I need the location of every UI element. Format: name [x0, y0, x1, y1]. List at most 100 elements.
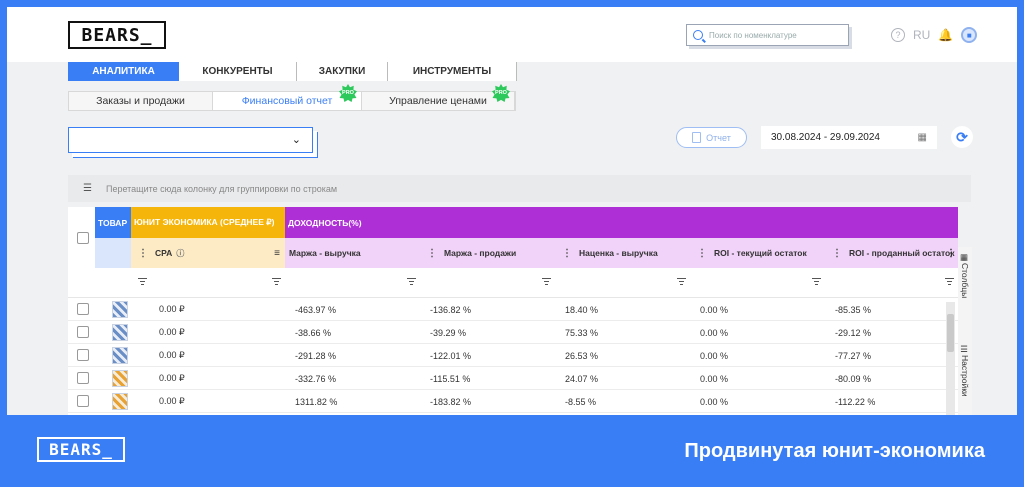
- column-header-cpa[interactable]: ⋮ CPA ⓘ ≡: [131, 238, 285, 268]
- date-range-picker[interactable]: 30.08.2024 - 29.09.2024 ▦: [761, 126, 937, 149]
- columns-panel-toggle[interactable]: ▦ Столбцы: [958, 253, 972, 313]
- grid-side-panel: ▦ Столбцы ☰ Настройки: [958, 247, 972, 415]
- subtab-financial-report[interactable]: Финансовый отчет PRO: [213, 84, 362, 110]
- calendar-icon[interactable]: ▦: [918, 132, 927, 143]
- filter-icon[interactable]: [542, 278, 551, 285]
- data-grid: ТОВАР ЮНИТ ЭКОНОМИКА (СРЕДНЕЕ ₽) ДОХОДНО…: [68, 207, 958, 415]
- subtab-price-management[interactable]: Управление ценами PRO: [362, 84, 515, 110]
- row-checkbox[interactable]: [77, 372, 89, 384]
- search-input[interactable]: Поиск по номенклатуре: [686, 24, 849, 46]
- table-row[interactable]: 0.00 ₽ -463.97 % -136.82 % 18.40 % 0.00 …: [68, 298, 958, 321]
- cell-cpa: 0.00 ₽: [159, 396, 185, 406]
- cell-margin-revenue: 1311.82 %: [295, 396, 338, 407]
- table-row[interactable]: 0.00 ₽ 1311.82 % -183.82 % -8.55 % 0.00 …: [68, 390, 958, 413]
- row-checkbox[interactable]: [77, 349, 89, 361]
- subtab-label: Финансовый отчет: [241, 95, 333, 107]
- column-header-roi-sold[interactable]: ⋮ ROI - проданный остаток ⋮: [825, 238, 958, 268]
- cell-roi-current: 0.00 %: [700, 396, 729, 407]
- info-icon[interactable]: ⓘ: [176, 248, 184, 259]
- tab-analytics[interactable]: АНАЛИТИКА: [68, 62, 179, 81]
- column-menu-icon[interactable]: ⋮: [697, 248, 707, 259]
- group-by-dropzone[interactable]: ☰ Перетащите сюда колонку для группировк…: [68, 175, 971, 202]
- report-button[interactable]: Отчет: [676, 127, 747, 148]
- select-all-cell: [68, 207, 95, 244]
- table-row[interactable]: 0.00 ₽ -332.76 % -115.51 % 24.07 % 0.00 …: [68, 367, 958, 390]
- footer-logo: BEARS_: [37, 437, 125, 462]
- help-icon[interactable]: ?: [891, 28, 905, 42]
- settings-panel-toggle[interactable]: ☰ Настройки: [958, 345, 972, 415]
- cell-cpa: 0.00 ₽: [159, 373, 185, 383]
- filter-icon[interactable]: [272, 278, 281, 285]
- cell-roi-sold: -77.27 %: [835, 350, 872, 361]
- column-header-label: Маржа - продажи: [444, 248, 517, 258]
- subtab-orders-sales[interactable]: Заказы и продажи: [69, 92, 213, 110]
- column-menu-icon[interactable]: ⋮: [832, 248, 842, 259]
- product-thumbnail[interactable]: [112, 324, 128, 341]
- bell-icon[interactable]: 🔔: [938, 28, 953, 42]
- columns-label: Столбцы: [960, 263, 970, 299]
- group-header-product: ТОВАР: [95, 207, 131, 238]
- group-list-icon: ☰: [83, 183, 92, 194]
- cabinet-select[interactable]: ⌄: [68, 127, 313, 153]
- column-menu-icon[interactable]: ⋮: [427, 248, 437, 259]
- filter-icon[interactable]: [945, 278, 954, 285]
- footer-title: Продвинутая юнит-экономика: [684, 440, 985, 462]
- top-header: BEARS_ Поиск по номенклатуре ? RU 🔔 ■: [7, 7, 1017, 62]
- filter-icon[interactable]: [812, 278, 821, 285]
- filter-icon[interactable]: [407, 278, 416, 285]
- column-header-product[interactable]: [95, 238, 131, 268]
- product-thumbnail[interactable]: [112, 347, 128, 364]
- cell-markup-revenue: 24.07 %: [565, 373, 599, 384]
- product-thumbnail[interactable]: [112, 393, 128, 410]
- search-icon: [693, 30, 703, 40]
- select-all-checkbox[interactable]: [77, 232, 89, 244]
- cell-roi-current: 0.00 %: [700, 304, 729, 315]
- row-checkbox[interactable]: [77, 326, 89, 338]
- column-menu-icon[interactable]: ⋮: [562, 248, 572, 259]
- filter-cell: [420, 268, 555, 298]
- tab-tools[interactable]: ИНСТРУМЕНТЫ: [388, 62, 517, 81]
- cell-margin-sales: -183.82 %: [430, 396, 472, 407]
- cell-roi-sold: -80.09 %: [835, 373, 872, 384]
- column-menu-icon[interactable]: ⋮: [946, 248, 956, 259]
- filter-icon[interactable]: [138, 278, 147, 285]
- group-header-label: ЮНИТ ЭКОНОМИКА (СРЕДНЕЕ ₽): [134, 217, 275, 227]
- header-actions: ? RU 🔔 ■: [891, 27, 978, 43]
- column-header-markup-revenue[interactable]: ⋮ Наценка - выручка: [555, 238, 690, 268]
- column-header-margin-revenue[interactable]: Маржа - выручка: [285, 238, 420, 268]
- column-menu-icon[interactable]: ⋮: [138, 248, 148, 259]
- language-switch[interactable]: RU: [913, 28, 930, 42]
- vertical-scrollbar[interactable]: [946, 302, 955, 415]
- product-thumbnail[interactable]: [112, 301, 128, 318]
- refresh-button[interactable]: ⟳: [951, 126, 973, 148]
- filter-icon[interactable]: [677, 278, 686, 285]
- avatar[interactable]: ■: [961, 27, 978, 43]
- column-header-label: Маржа - выручка: [289, 248, 361, 258]
- cell-cpa: 0.00 ₽: [159, 304, 185, 314]
- group-header-label: ТОВАР: [98, 217, 128, 228]
- product-thumbnail[interactable]: [112, 370, 128, 387]
- cell-roi-sold: -112.22 %: [835, 396, 876, 407]
- row-checkbox[interactable]: [77, 395, 89, 407]
- main-tabs: АНАЛИТИКА КОНКУРЕНТЫ ЗАКУПКИ ИНСТРУМЕНТЫ: [68, 62, 517, 81]
- filter-cell: [68, 268, 131, 298]
- document-icon: [692, 132, 702, 143]
- hamburger-icon[interactable]: ≡: [274, 248, 280, 259]
- refresh-icon: ⟳: [956, 128, 968, 145]
- subtab-label: Управление ценами: [389, 95, 487, 107]
- cell-markup-revenue: -8.55 %: [565, 396, 597, 407]
- table-row[interactable]: 0.00 ₽ -38.66 % -39.29 % 75.33 % 0.00 % …: [68, 321, 958, 344]
- columns-icon: ▦: [960, 253, 970, 263]
- scrollbar-thumb[interactable]: [947, 314, 954, 352]
- tab-purchases[interactable]: ЗАКУПКИ: [297, 62, 388, 81]
- date-range-value: 30.08.2024 - 29.09.2024: [771, 132, 880, 143]
- group-header-profitability: ДОХОДНОСТЬ(%): [285, 207, 958, 238]
- row-checkbox[interactable]: [77, 303, 89, 315]
- column-header-roi-current[interactable]: ⋮ ROI - текущий остаток: [690, 238, 825, 268]
- cell-margin-revenue: -463.97 %: [295, 304, 337, 315]
- table-row[interactable]: 0.00 ₽ -291.28 % -122.01 % 26.53 % 0.00 …: [68, 344, 958, 367]
- tab-competitors[interactable]: КОНКУРЕНТЫ: [179, 62, 297, 81]
- bears-logo[interactable]: BEARS_: [68, 21, 166, 49]
- column-header-margin-sales[interactable]: ⋮ Маржа - продажи: [420, 238, 555, 268]
- cell-margin-sales: -115.51 %: [430, 373, 471, 384]
